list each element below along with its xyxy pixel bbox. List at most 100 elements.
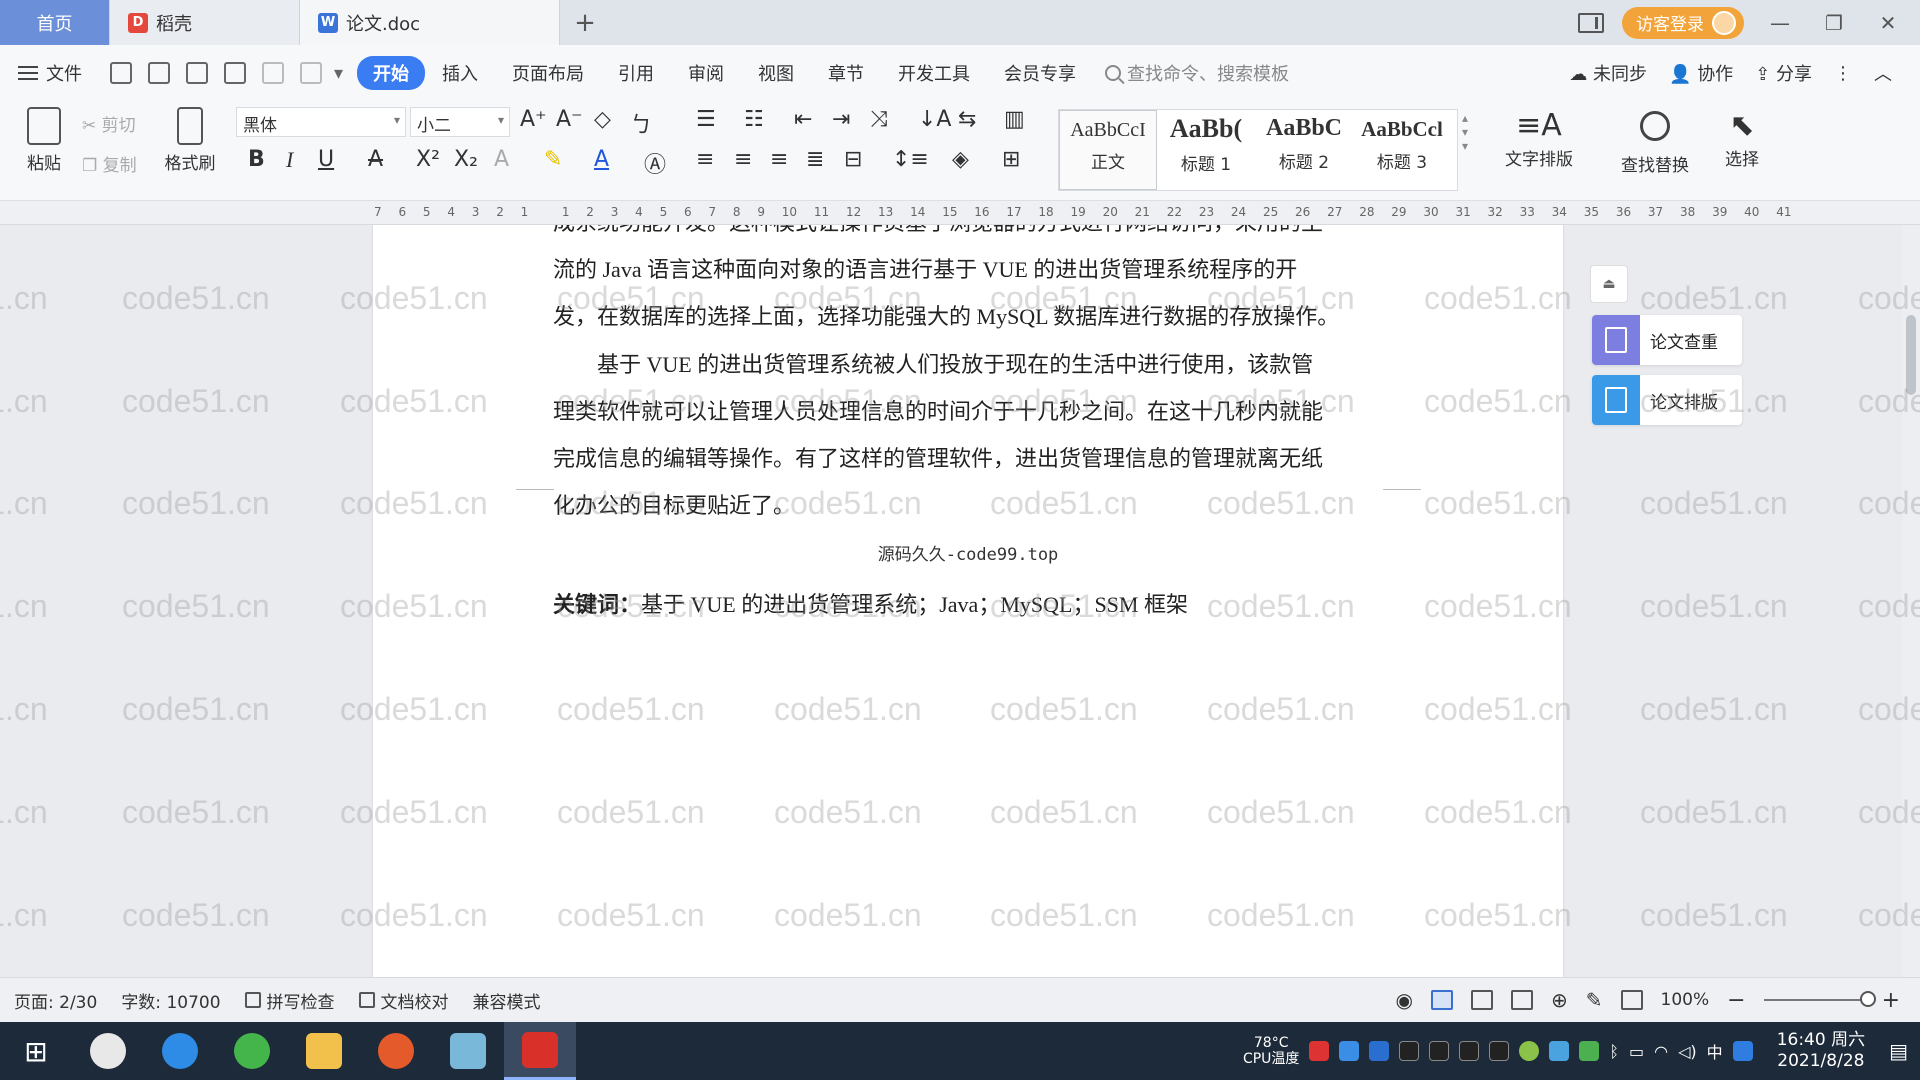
line-spacing-icon[interactable]: ↕≡ [892,147,929,172]
taskbar-app-wps[interactable] [504,1022,576,1080]
quick-access-dropdown-icon[interactable]: ▾ [334,63,343,84]
char-border-icon[interactable]: Ⓐ [644,147,666,179]
tray-search-icon[interactable] [1732,1041,1753,1061]
page-indicator[interactable]: 页面: 2/30 [14,988,97,1013]
print-icon[interactable] [186,62,208,84]
find-replace-button[interactable]: 查找替换 [1610,107,1700,176]
start-button[interactable]: ⊞ [0,1022,72,1080]
menu-page-layout[interactable]: 页面布局 [495,60,601,86]
web-view-icon[interactable]: ⊕ [1551,988,1568,1012]
style-normal[interactable]: AaBbCcI 正文 [1059,110,1157,190]
battery-icon[interactable]: ▭ [1629,1042,1644,1061]
minimize-icon[interactable]: — [1762,11,1798,35]
taskbar-app-pinwheel[interactable] [72,1022,144,1080]
tray-qq-icon-4[interactable] [1489,1041,1510,1061]
borders-icon[interactable]: ⊞ [1002,147,1020,172]
tray-qq-icon[interactable] [1399,1041,1420,1061]
taskbar-app-360[interactable] [216,1022,288,1080]
print-preview-icon[interactable] [224,62,246,84]
shrink-font-icon[interactable]: A⁻ [556,107,583,132]
sort-icon[interactable]: ↓A [918,107,951,132]
select-button[interactable]: ⬉ 选择 [1712,107,1772,170]
font-name-select[interactable]: 黑体 [236,107,406,137]
menu-references[interactable]: 引用 [601,60,671,86]
paper-format-button[interactable]: 论文排版 [1592,375,1742,425]
tab-home[interactable]: 首页 [0,0,110,45]
strikethrough-icon[interactable]: A [368,147,383,172]
zoom-slider-knob[interactable] [1859,991,1876,1007]
window-layout-icon[interactable] [1578,12,1604,33]
eye-protect-icon[interactable]: ◉ [1396,988,1413,1012]
tray-qq-icon-2[interactable] [1429,1041,1450,1061]
align-right-icon[interactable]: ≡ [770,147,788,172]
format-painter-button[interactable]: 格式刷 [160,107,220,174]
tray-plus-icon[interactable] [1519,1041,1540,1061]
text-effect-icon[interactable]: A [494,147,509,172]
decrease-indent-icon[interactable]: ⇤ [794,107,812,132]
italic-icon[interactable]: I [286,147,293,173]
undo-icon[interactable] [262,62,284,84]
more-options-icon[interactable]: ⋮ [1834,63,1852,84]
menu-insert[interactable]: 插入 [425,60,495,86]
outline-view-icon[interactable] [1470,990,1493,1010]
tab-document[interactable]: W 论文.doc [300,0,560,45]
file-menu[interactable]: 文件 [18,60,82,86]
superscript-icon[interactable]: X² [416,147,440,172]
font-size-select[interactable]: 小二 [410,107,510,137]
taskbar-app-game[interactable] [360,1022,432,1080]
fit-page-icon[interactable] [1620,990,1643,1010]
grow-font-icon[interactable]: A⁺ [520,107,547,132]
copy-button[interactable]: ❐ 复制 [82,151,137,176]
command-search[interactable]: 查找命令、搜索模板 [1105,60,1289,86]
numbered-list-icon[interactable]: ☷ [744,107,764,132]
table-tools-icon[interactable]: ▥ [1004,107,1025,132]
font-color-icon[interactable]: A [594,147,609,172]
share-button[interactable]: ⇪ 分享 [1755,60,1812,86]
restore-icon[interactable]: ❐ [1816,11,1852,35]
bold-icon[interactable]: B [248,147,265,172]
cloud-sync-status[interactable]: ☁ 未同步 [1569,60,1647,86]
system-clock[interactable]: 16:40 周六 2021/8/28 [1777,1030,1865,1072]
bullet-list-icon[interactable]: ☰ [696,107,716,132]
shading-icon[interactable]: ◈ [952,147,969,172]
tray-sync-icon[interactable] [1339,1041,1360,1061]
menu-sections[interactable]: 章节 [811,60,881,86]
underline-icon[interactable]: U [318,147,334,172]
scrollbar-thumb[interactable] [1906,315,1916,395]
proofread-button[interactable]: 文档校对 [358,988,449,1013]
spell-check-toggle[interactable]: 拼写检查 [244,988,335,1013]
show-marks-icon[interactable]: ⇆ [958,107,976,132]
taskbar-app-notes[interactable] [432,1022,504,1080]
zoom-out-icon[interactable]: − [1727,988,1745,1013]
taskbar-app-explorer[interactable] [288,1022,360,1080]
style-heading-3[interactable]: AaBbCcl 标题 3 [1353,110,1451,190]
subscript-icon[interactable]: X₂ [454,147,478,172]
distributed-icon[interactable]: ⊟ [844,147,862,172]
menu-view[interactable]: 视图 [741,60,811,86]
phonetic-guide-icon[interactable]: ㄅ [630,107,652,139]
zoom-slider[interactable] [1763,991,1876,1007]
reading-view-icon[interactable] [1510,990,1533,1010]
horizontal-ruler[interactable]: 7 6 5 4 3 2 1 1 2 3 4 5 6 7 8 9 10 11 12 13 14 15 16 17 18 19 20 21… [0,201,1920,225]
tray-shield-icon[interactable] [1369,1041,1390,1061]
page-view-icon[interactable] [1430,990,1453,1010]
tray-cloud-icon[interactable] [1549,1041,1570,1061]
volume-icon[interactable]: ◁) [1678,1042,1697,1061]
increase-indent-icon[interactable]: ⇥ [832,107,850,132]
wifi-icon[interactable]: ◠ [1654,1042,1668,1061]
menu-home[interactable]: 开始 [357,56,426,90]
menu-review[interactable]: 审阅 [671,60,741,86]
style-heading-1[interactable]: AaBb(标题 1 [1157,110,1255,190]
side-panel-collapse-icon[interactable]: ⏏ [1590,265,1628,303]
write-mode-icon[interactable]: ✎ [1586,988,1603,1012]
align-left-icon[interactable]: ≡ [696,147,714,172]
align-center-icon[interactable]: ≡ [734,147,752,172]
style-heading-2[interactable]: AaBbC 标题 2 [1255,110,1353,190]
justify-icon[interactable]: ≣ [806,147,824,172]
highlight-icon[interactable]: ✎ [544,147,562,172]
cpu-temperature[interactable]: 78°C CPU温度 [1243,1035,1299,1067]
collaborate-button[interactable]: 👤 协作 [1669,60,1733,86]
vertical-scrollbar[interactable] [1902,225,1920,977]
taskbar-app-ie[interactable] [144,1022,216,1080]
export-icon[interactable] [148,62,170,84]
